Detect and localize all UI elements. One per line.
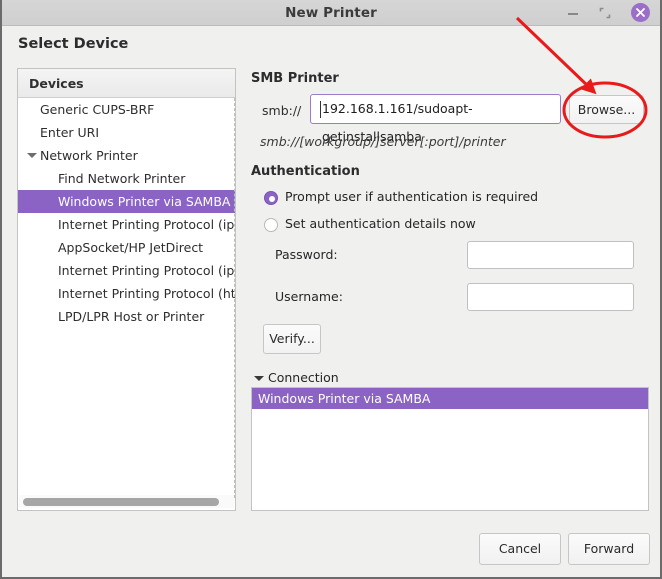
smb-printer-section-title: SMB Printer bbox=[251, 71, 339, 86]
device-list-item-label: Generic CUPS-BRF bbox=[40, 102, 155, 117]
device-list-item[interactable]: Internet Printing Protocol (ipps) bbox=[18, 259, 235, 282]
device-list-item-label: Internet Printing Protocol (ipp) bbox=[58, 217, 235, 232]
connection-list-item[interactable]: Windows Printer via SAMBA bbox=[252, 388, 648, 409]
device-list-item-label: LPD/LPR Host or Printer bbox=[58, 309, 205, 324]
device-list-item-label: Enter URI bbox=[40, 125, 100, 140]
radio-prompt-user-label: Prompt user if authentication is require… bbox=[285, 189, 539, 204]
device-list-item[interactable]: Internet Printing Protocol (http) bbox=[18, 282, 235, 305]
column-separator bbox=[234, 98, 235, 498]
device-list-item[interactable]: Enter URI bbox=[18, 121, 235, 144]
radio-set-auth-now-label: Set authentication details now bbox=[285, 216, 476, 231]
maximize-icon[interactable] bbox=[596, 4, 614, 22]
smb-prefix-label: smb:// bbox=[262, 103, 302, 118]
device-list-item-label: Windows Printer via SAMBA bbox=[58, 194, 231, 209]
device-list-item-label: Internet Printing Protocol (ipps) bbox=[58, 263, 235, 278]
devices-panel: Devices Generic CUPS-BRF Enter URI Network… bbox=[17, 68, 236, 511]
smb-uri-input[interactable]: 192.168.1.161/sudoapt-getinstallsamba bbox=[310, 94, 561, 144]
device-list-item-label: Internet Printing Protocol (http) bbox=[58, 286, 235, 301]
device-list-item-label: Network Printer bbox=[40, 148, 138, 163]
connection-list[interactable]: Windows Printer via SAMBA bbox=[251, 387, 649, 511]
chevron-down-icon bbox=[254, 376, 264, 381]
cancel-button[interactable]: Cancel bbox=[479, 533, 561, 565]
smb-uri-hint: smb://[workgroup/]server[:port]/printer bbox=[260, 134, 506, 149]
device-list-item[interactable]: LPD/LPR Host or Printer bbox=[18, 305, 235, 328]
device-list-item[interactable]: Network Printer bbox=[18, 144, 235, 167]
username-label: Username: bbox=[275, 289, 343, 304]
scrollbar-thumb[interactable] bbox=[23, 498, 219, 506]
device-list-item-label: AppSocket/HP JetDirect bbox=[58, 240, 204, 255]
username-field[interactable] bbox=[467, 283, 634, 311]
chevron-down-icon[interactable] bbox=[27, 153, 37, 158]
page-title: Select Device bbox=[18, 36, 129, 52]
device-list-item[interactable]: Internet Printing Protocol (ipp) bbox=[18, 213, 235, 236]
annotation-arrow bbox=[515, 16, 597, 95]
device-list-item[interactable]: AppSocket/HP JetDirect bbox=[18, 236, 235, 259]
devices-list[interactable]: Generic CUPS-BRF Enter URI Network Printer… bbox=[18, 98, 235, 498]
authentication-section-title: Authentication bbox=[251, 164, 360, 179]
radio-set-auth-now-indicator bbox=[264, 218, 278, 232]
devices-horizontal-scrollbar[interactable] bbox=[19, 495, 234, 508]
device-list-item[interactable]: Generic CUPS-BRF bbox=[18, 98, 235, 121]
new-printer-dialog: New Printer Select Device Devices Generi… bbox=[0, 0, 662, 579]
browse-button[interactable]: Browse... bbox=[569, 95, 644, 124]
connection-list-item-label: Windows Printer via SAMBA bbox=[258, 391, 431, 406]
window-title: New Printer bbox=[285, 5, 377, 21]
window-titlebar[interactable]: New Printer bbox=[2, 0, 660, 26]
device-list-item[interactable]: Windows Printer via SAMBA bbox=[18, 190, 235, 213]
devices-column-header: Devices bbox=[18, 69, 235, 98]
verify-button[interactable]: Verify... bbox=[263, 324, 321, 354]
radio-prompt-user-indicator bbox=[264, 191, 278, 205]
forward-button[interactable]: Forward bbox=[568, 533, 650, 565]
password-label: Password: bbox=[275, 247, 338, 262]
device-list-item-label: Find Network Printer bbox=[58, 171, 186, 186]
close-icon[interactable] bbox=[631, 3, 650, 22]
password-field[interactable] bbox=[467, 241, 634, 269]
smb-uri-value: 192.168.1.161/sudoapt-getinstallsamba bbox=[322, 101, 473, 144]
device-list-item[interactable]: Find Network Printer bbox=[18, 167, 235, 190]
text-caret bbox=[320, 101, 321, 118]
minimize-icon[interactable] bbox=[564, 4, 582, 22]
connection-label: Connection bbox=[268, 370, 339, 385]
